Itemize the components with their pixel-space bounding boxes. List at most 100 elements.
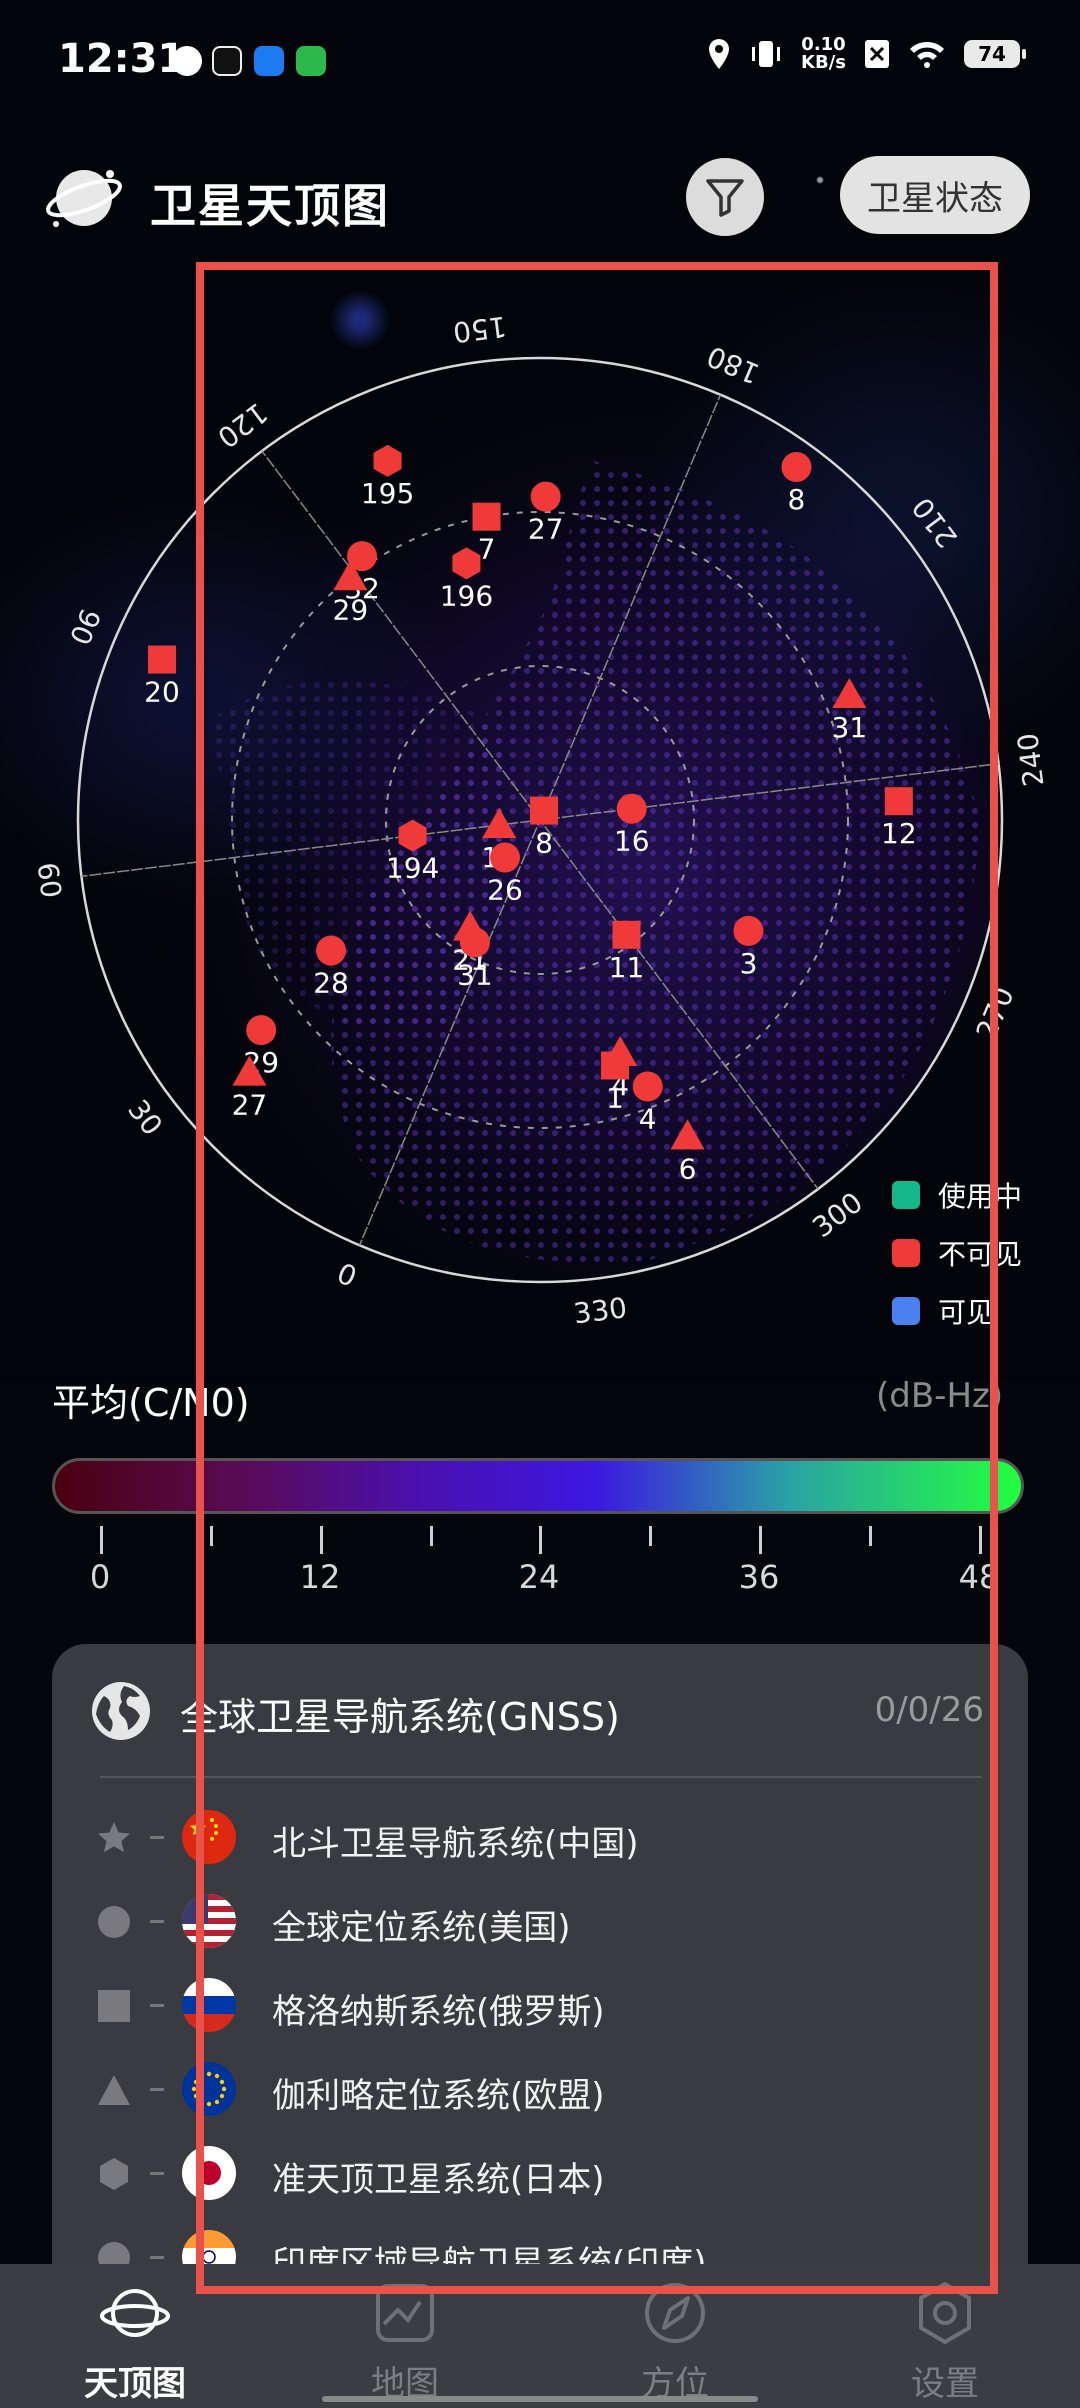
planet-logo-icon: [46, 170, 122, 227]
legend-item-invisible: 不可见: [892, 1224, 1022, 1282]
legend-item-visible: 可见: [892, 1282, 1022, 1340]
legend-label: 可见: [938, 1296, 995, 1329]
square-icon: [98, 1990, 130, 2022]
square-satellite-symbol: [530, 796, 559, 825]
satellite-status-button[interactable]: 卫星状态: [840, 156, 1030, 234]
location-icon: [709, 39, 730, 69]
globe-icon: [92, 1682, 150, 1740]
satellite-id-label: 6: [679, 1152, 697, 1185]
satellite-id-label: 12: [881, 817, 917, 850]
gnss-count: 0/0/26: [874, 1690, 984, 1730]
satellite-marker[interactable]: 11: [609, 920, 645, 984]
satellite-id-label: 27: [528, 513, 564, 546]
legend-label: 使用中: [938, 1180, 1023, 1213]
circle-satellite-symbol: [459, 927, 490, 958]
azimuth-label: 90: [63, 604, 107, 650]
no-sim-icon: [865, 40, 889, 68]
gnss-system-galileo[interactable]: 伽利略定位系统(欧盟): [52, 2048, 1028, 2132]
gnss-system-gps[interactable]: 全球定位系统(美国): [52, 1880, 1028, 1964]
satellite-id-label: 4: [639, 1103, 657, 1136]
satellite-marker[interactable]: 12: [881, 787, 917, 850]
legend-swatch: [892, 1181, 920, 1209]
circle-satellite-symbol: [781, 451, 812, 482]
satellite-marker[interactable]: 26: [487, 842, 523, 907]
gnss-title: 全球卫星导航系统(GNSS): [180, 1695, 620, 1739]
satellite-id-label: 26: [487, 874, 523, 907]
nav-tab-map[interactable]: 地图: [270, 2264, 540, 2408]
satellite-id-label: 29: [333, 593, 369, 626]
satellite-id-label: 3: [740, 947, 758, 980]
gnss-system-label: 格洛纳斯系统(俄罗斯): [272, 1992, 605, 2032]
satellite-id-label: 1: [606, 1081, 624, 1114]
azimuth-label: 60: [31, 861, 68, 900]
satellite-marker[interactable]: 16: [614, 793, 650, 858]
gnss-system-qzss[interactable]: 准天顶卫星系统(日本): [52, 2132, 1028, 2216]
azimuth-label: 0: [332, 1257, 361, 1294]
tick-label: 12: [299, 1558, 341, 1596]
azimuth-label: 210: [906, 491, 965, 554]
satellite-id-label: 11: [609, 951, 645, 984]
azimuth-label: 120: [211, 396, 274, 455]
nav-tab-compass[interactable]: 方位: [540, 2264, 810, 2408]
satellite-marker[interactable]: 28: [313, 935, 349, 1000]
satellite-marker[interactable]: 31: [457, 927, 493, 991]
bottom-navigation: 天顶图 地图 方位 设置: [0, 2264, 1080, 2408]
satellite-marker[interactable]: 27: [528, 481, 564, 546]
star-icon: [98, 1822, 130, 1853]
row-connector: [150, 1920, 164, 1923]
gnss-header[interactable]: 全球卫星导航系统(GNSS) 0/0/26: [52, 1644, 1028, 1776]
status-time: 12:31: [58, 36, 186, 82]
nav-tab-settings[interactable]: 设置: [810, 2264, 1080, 2408]
legend-swatch: [892, 1297, 920, 1325]
circle-icon: [98, 1906, 130, 1938]
circle-satellite-symbol: [246, 1015, 277, 1046]
azimuth-label: 150: [451, 310, 508, 349]
row-connector: [150, 2088, 164, 2091]
triangle-icon: [98, 2075, 130, 2105]
gnss-system-label: 准天顶卫星系统(日本): [272, 2160, 605, 2200]
row-connector: [150, 1836, 164, 1839]
nav-label: 设置: [911, 2364, 979, 2404]
page-title: 卫星天顶图: [150, 179, 390, 233]
filter-icon: [706, 179, 744, 217]
satellite-id-label: 16: [614, 825, 650, 858]
tick-major: [979, 1526, 982, 1554]
row-connector: [150, 2256, 164, 2259]
tick-major: [100, 1526, 103, 1554]
tick-label: 0: [89, 1558, 111, 1596]
square-satellite-symbol: [601, 1051, 630, 1080]
satellite-marker[interactable]: 20: [144, 645, 180, 709]
tick-minor: [649, 1526, 652, 1546]
tick-minor: [430, 1526, 433, 1546]
home-indicator[interactable]: [322, 2396, 758, 2402]
gnss-system-label: 伽利略定位系统(欧盟): [272, 2076, 605, 2116]
tick-label: 48: [958, 1558, 1000, 1596]
status-bar: 12:31 0.10 KB/s 74: [0, 0, 1080, 120]
gnss-system-glonass[interactable]: 格洛纳斯系统(俄罗斯): [52, 1964, 1028, 2048]
tick-label: 36: [738, 1558, 780, 1596]
compass-icon: [645, 2283, 705, 2343]
azimuth-label: 270: [970, 982, 1021, 1044]
network-speed: 0.10 KB/s: [801, 34, 846, 73]
row-connector: [150, 2172, 164, 2175]
tick-minor: [869, 1526, 872, 1546]
satellite-id-label: 196: [440, 579, 493, 612]
filter-button[interactable]: [686, 158, 764, 236]
tick-major: [759, 1526, 762, 1554]
app-notification-icon: [254, 46, 284, 76]
satellite-id-label: 28: [313, 967, 349, 1000]
satellite-id-label: 27: [232, 1089, 268, 1122]
average-cn0-label: 平均(C/N0): [52, 1381, 250, 1425]
gnss-system-beidou[interactable]: 北斗卫星导航系统(中国): [52, 1796, 1028, 1880]
circle-satellite-symbol: [733, 915, 764, 946]
status-icons: 0.10 KB/s 74: [707, 34, 1026, 73]
azimuth-label: 330: [572, 1291, 629, 1330]
signal-strength-gradient-bar: [52, 1458, 1024, 1514]
nav-tab-skyplot[interactable]: 天顶图: [0, 2264, 270, 2408]
satellite-id-label: 31: [457, 958, 493, 991]
satellite-id-label: 20: [144, 676, 180, 709]
row-connector: [150, 2004, 164, 2007]
circle-satellite-symbol: [632, 1071, 663, 1102]
battery-indicator: 74: [964, 40, 1026, 68]
app-header: 卫星天顶图 卫星状态: [0, 140, 1080, 260]
